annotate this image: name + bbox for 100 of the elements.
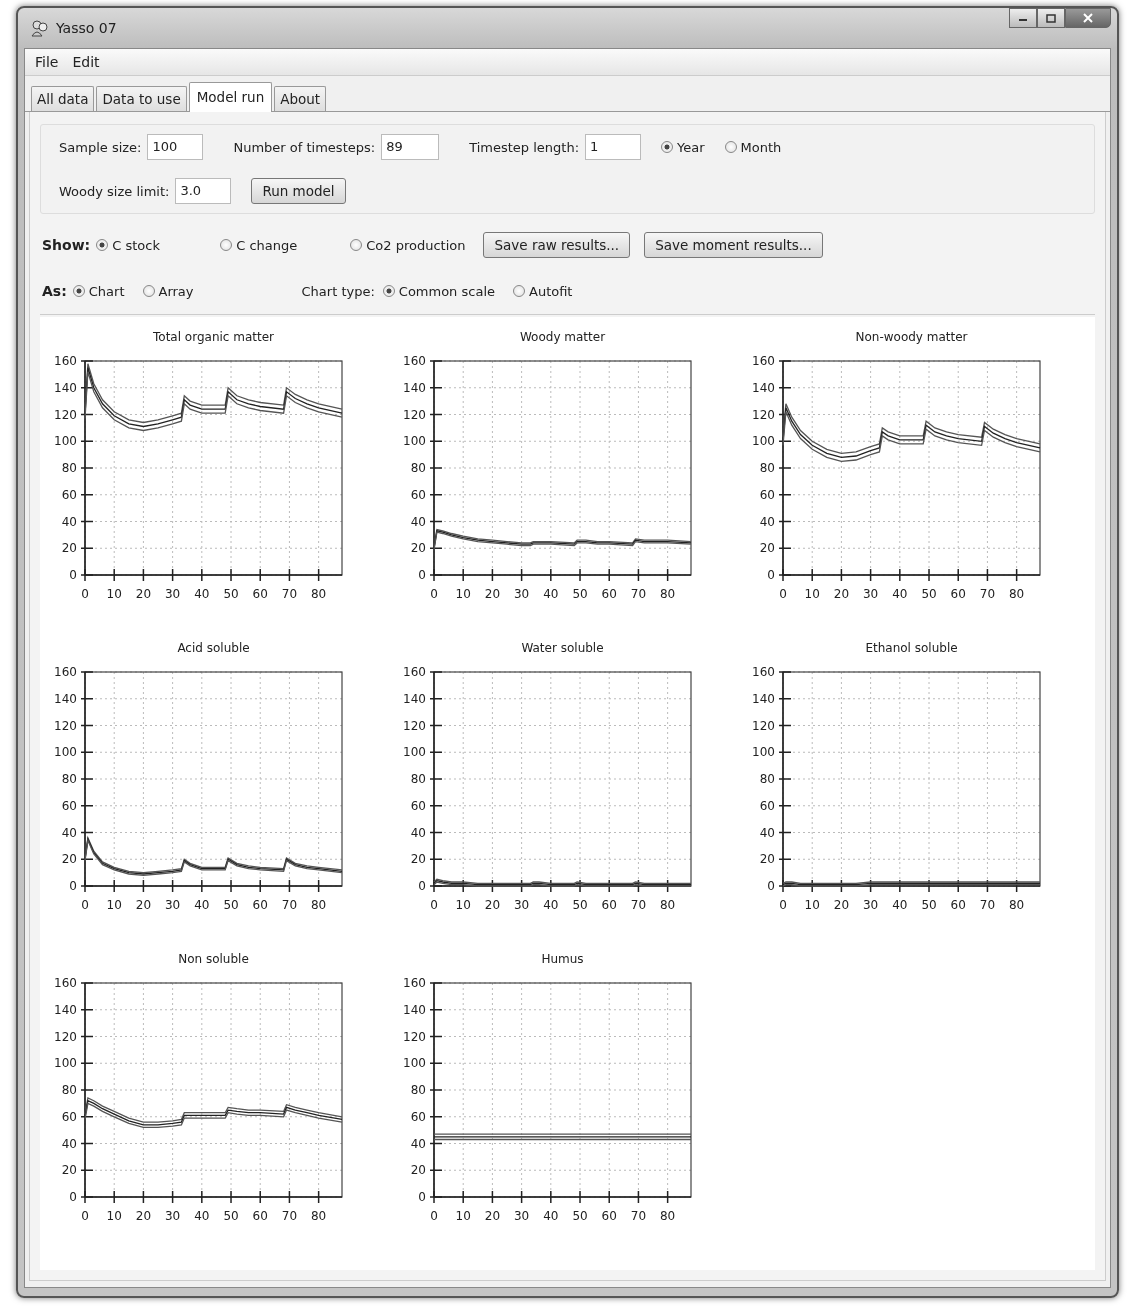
tick-label: 140 [403,691,426,706]
tick-label: 0 [418,879,426,893]
tick-label: 140 [403,1002,426,1017]
tick-label: 20 [759,852,775,867]
tick-label: 70 [630,1209,647,1223]
tick-label: 160 [403,354,426,368]
chart-title: Ethanol soluble [865,641,958,655]
tick-label: 20 [484,898,501,912]
tick-label: 0 [81,587,89,601]
tick-label: 140 [403,380,426,395]
tick-label: 20 [484,1209,501,1223]
tick-label: 140 [752,691,775,706]
window-title: Yasso 07 [56,20,117,36]
tick-label: 40 [61,825,77,840]
chart-title: Humus [541,952,584,966]
tick-label: 50 [572,1209,588,1223]
tick-label: 160 [752,665,775,679]
tick-label: 0 [767,879,775,893]
tick-label: 70 [979,898,996,912]
tick-label: 40 [410,514,426,529]
tick-label: 10 [455,898,471,912]
tick-label: 30 [862,587,879,601]
tick-label: 40 [543,1209,559,1223]
tick-label: 60 [252,898,268,912]
tick-label: 30 [862,898,879,912]
tick-label: 50 [572,898,588,912]
chart-title: Water soluble [521,641,604,655]
tick-label: 80 [410,772,426,786]
tick-label: 140 [54,691,77,706]
tick-label: 70 [281,1209,298,1223]
tick-label: 100 [54,1056,77,1071]
tick-label: 120 [54,1029,77,1044]
tick-label: 70 [630,587,647,601]
tick-label: 80 [660,587,676,601]
tick-label: 100 [752,745,775,760]
tick-label: 20 [135,1209,152,1223]
tick-label: 70 [979,587,996,601]
tick-label: 60 [759,487,775,502]
tick-label: 40 [194,1209,210,1223]
tick-label: 40 [759,825,775,840]
tick-label: 120 [403,1029,426,1044]
tick-label: 80 [660,1209,676,1223]
tick-label: 40 [61,1136,77,1151]
chart-title: Acid soluble [177,641,250,655]
tick-label: 10 [455,587,471,601]
tick-label: 80 [61,461,77,475]
tick-label: 140 [54,1002,77,1017]
chart-title: Non-woody matter [855,330,968,344]
tick-label: 100 [403,745,426,760]
tick-label: 140 [752,380,775,395]
tick-label: 70 [281,898,298,912]
chart-type-label: Chart type: [301,283,375,299]
chart-title: Woody matter [519,330,606,344]
tick-label: 100 [403,1056,426,1071]
tick-label: 20 [833,587,850,601]
tick-label: 20 [410,852,426,867]
tick-label: 10 [106,898,122,912]
tick-label: 120 [54,718,77,733]
tick-label: 0 [81,1209,89,1223]
tick-label: 70 [281,587,298,601]
tick-label: 20 [61,541,77,556]
tick-label: 60 [410,798,426,813]
tick-label: 40 [194,587,210,601]
tick-label: 0 [430,587,438,601]
tick-label: 160 [403,976,426,990]
tick-label: 120 [403,718,426,733]
tick-label: 80 [1009,587,1025,601]
tick-label: 20 [484,587,501,601]
tick-label: 20 [61,852,77,867]
tick-label: 60 [601,587,617,601]
tick-label: 0 [69,879,77,893]
field-label: Timestep length: [469,139,580,155]
tick-label: 0 [430,1209,438,1223]
tick-label: 50 [921,898,937,912]
tick-label: 0 [418,1190,426,1204]
tick-label: 60 [252,1209,268,1223]
tick-label: 80 [410,1083,426,1097]
chart-title: Non soluble [178,952,249,966]
tick-label: 120 [403,407,426,422]
tick-label: 60 [950,587,966,601]
tick-label: 0 [767,568,775,582]
tick-label: 30 [164,587,181,601]
tick-label: 0 [418,568,426,582]
tick-label: 80 [660,898,676,912]
tick-label: 160 [403,665,426,679]
tick-label: 80 [61,1083,77,1097]
tick-label: 160 [54,976,77,990]
tick-label: 160 [752,354,775,368]
tick-label: 100 [403,434,426,449]
field-label: Number of timesteps: [233,139,376,155]
tick-label: 40 [410,825,426,840]
tick-label: 10 [455,1209,471,1223]
tick-label: 60 [601,898,617,912]
tick-label: 80 [1009,898,1025,912]
tick-label: 60 [252,587,268,601]
tick-label: 0 [779,898,787,912]
tick-label: 40 [543,587,559,601]
tick-label: 0 [779,587,787,601]
tick-label: 80 [311,1209,327,1223]
tick-label: 100 [752,434,775,449]
